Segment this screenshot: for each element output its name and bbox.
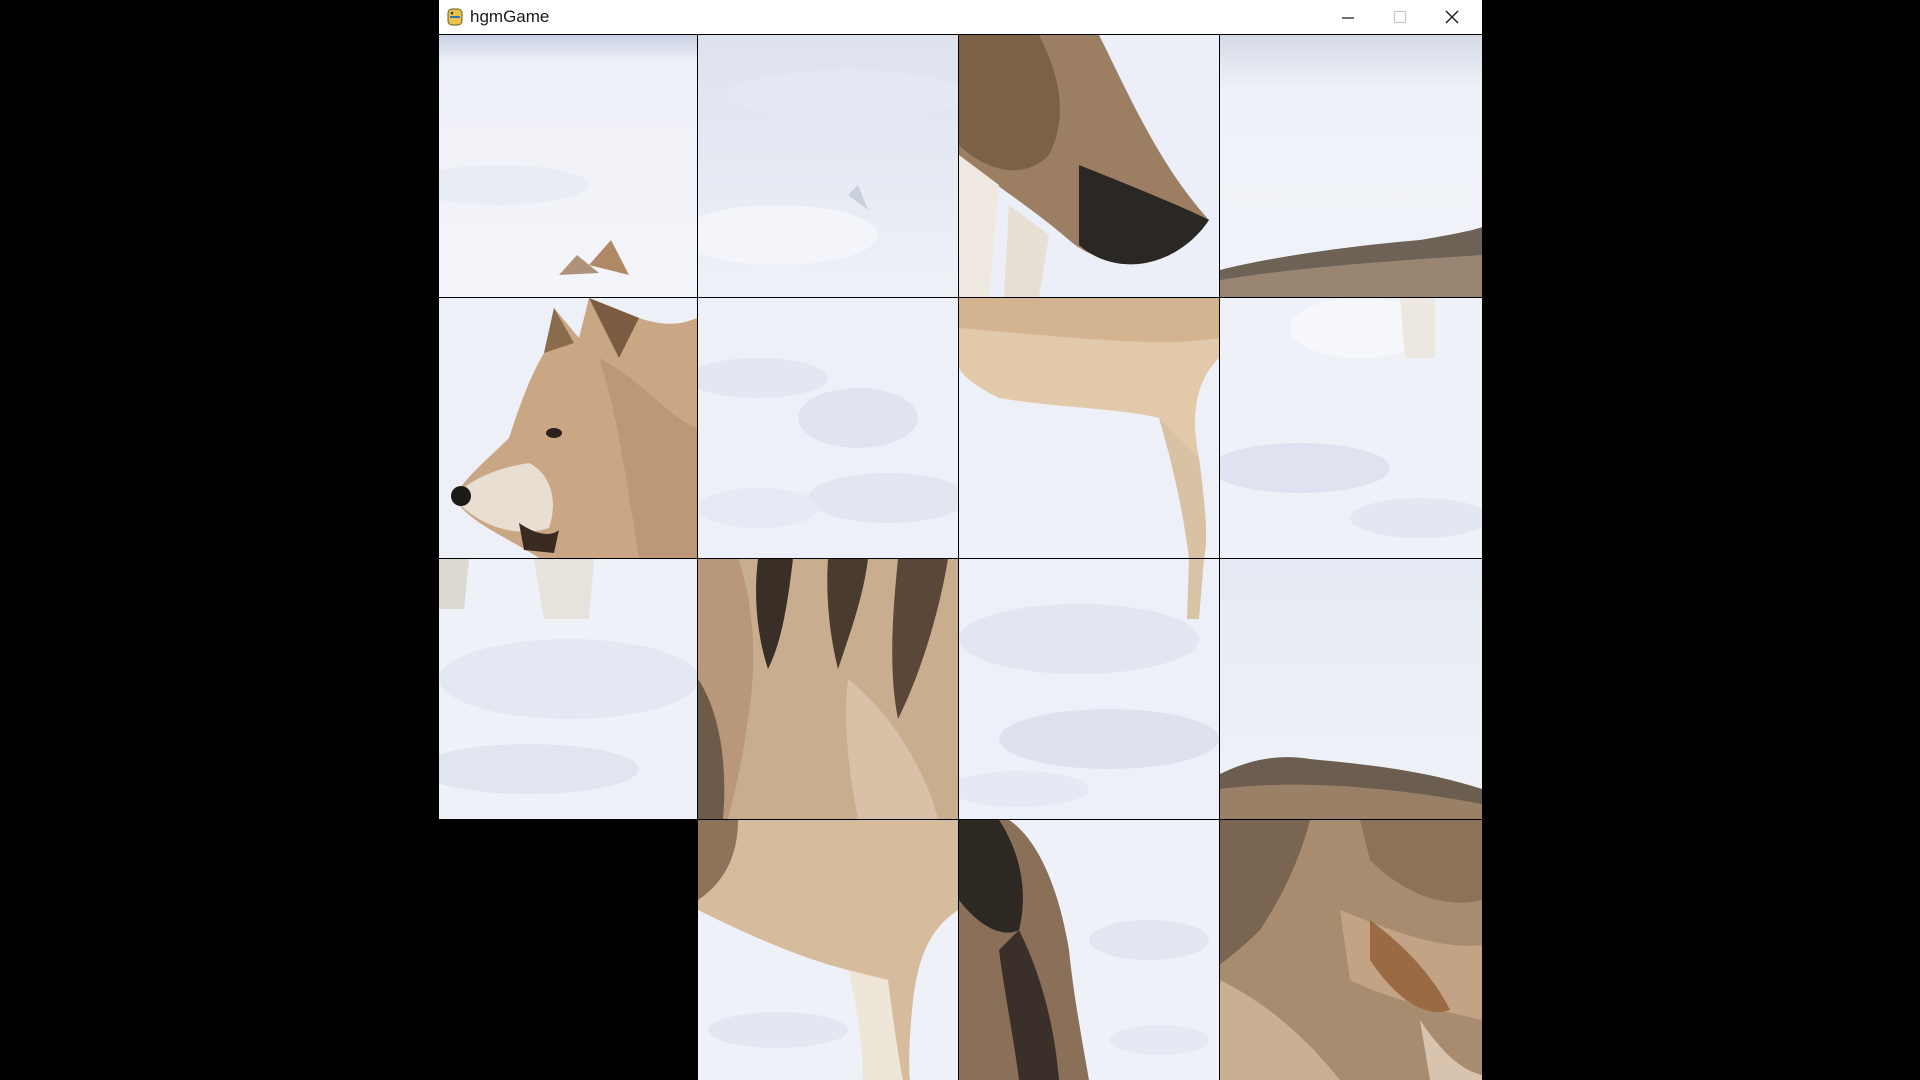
puzzle-tile-r1c2[interactable]	[698, 35, 958, 297]
maximize-icon	[1393, 10, 1407, 24]
puzzle-tile-r4c2[interactable]	[698, 820, 958, 1080]
minimize-button[interactable]	[1322, 0, 1374, 34]
puzzle-tile-blank[interactable]	[439, 820, 697, 1080]
puzzle-tile-r4c3[interactable]	[959, 820, 1219, 1080]
python-icon	[446, 7, 464, 27]
puzzle-tile-r3c4[interactable]	[1220, 559, 1482, 819]
puzzle-tile-r2c2[interactable]	[698, 298, 958, 558]
puzzle-board	[439, 35, 1482, 1080]
puzzle-tile-r1c3[interactable]	[959, 35, 1219, 297]
puzzle-tile-r3c1[interactable]	[439, 559, 697, 819]
close-icon	[1445, 10, 1459, 24]
close-button[interactable]	[1426, 0, 1478, 34]
title-bar[interactable]: hgmGame	[439, 0, 1482, 34]
minimize-icon	[1342, 17, 1354, 19]
puzzle-tile-r3c2[interactable]	[698, 559, 958, 819]
puzzle-tile-r4c4[interactable]	[1220, 820, 1482, 1080]
game-window: hgmGame	[439, 0, 1482, 1080]
puzzle-tile-r3c3[interactable]	[959, 559, 1219, 819]
puzzle-tile-r1c4[interactable]	[1220, 35, 1482, 297]
puzzle-tile-r1c1[interactable]	[439, 35, 697, 297]
maximize-button[interactable]	[1374, 0, 1426, 34]
puzzle-tile-r2c3[interactable]	[959, 298, 1219, 558]
puzzle-tile-r2c1[interactable]	[439, 298, 697, 558]
puzzle-tile-r2c4[interactable]	[1220, 298, 1482, 558]
window-title: hgmGame	[470, 7, 550, 26]
